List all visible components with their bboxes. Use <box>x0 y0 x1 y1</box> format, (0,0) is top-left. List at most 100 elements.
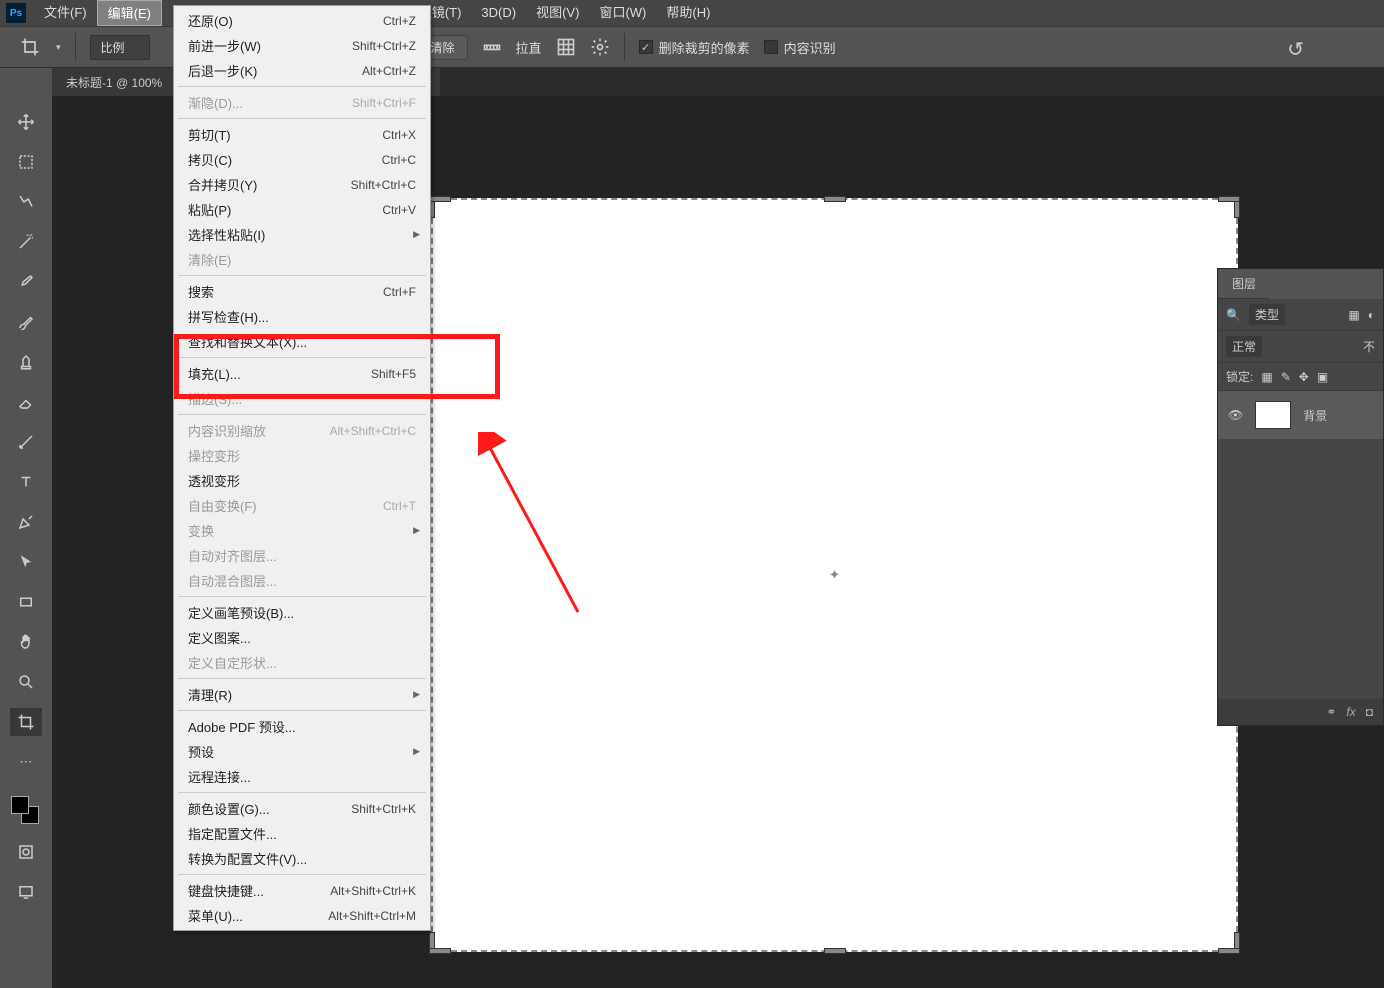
content-aware-checkbox[interactable]: 内容识别 <box>764 38 836 57</box>
menu-window[interactable]: 窗口(W) <box>589 0 656 26</box>
canvas[interactable]: ✦ <box>431 198 1238 952</box>
quick-mask-icon[interactable] <box>10 838 42 866</box>
menu-view[interactable]: 视图(V) <box>526 0 589 26</box>
edit-menu-item[interactable]: 颜色设置(G)...Shift+Ctrl+K <box>174 796 430 821</box>
delete-cropped-checkbox[interactable]: 删除裁剪的像素 <box>639 38 750 57</box>
ratio-preset-dropdown[interactable]: 比例 <box>90 35 150 60</box>
eraser-tool[interactable] <box>10 388 42 416</box>
gear-icon[interactable] <box>590 37 610 57</box>
edit-menu-item[interactable]: 合并拷贝(Y)Shift+Ctrl+C <box>174 172 430 197</box>
edit-menu-item[interactable]: 拼写检查(H)... <box>174 304 430 329</box>
lock-move-icon[interactable]: ✥ <box>1299 370 1309 384</box>
crop-handle-tl-h[interactable] <box>429 196 451 202</box>
layer-filter-icon-2[interactable]: ◐ <box>1368 308 1375 322</box>
menu-item-label: 内容识别缩放 <box>188 421 266 440</box>
crop-handle-br-h[interactable] <box>1218 948 1240 954</box>
gradient-tool[interactable] <box>10 428 42 456</box>
edit-menu-item[interactable]: 前进一步(W)Shift+Ctrl+Z <box>174 33 430 58</box>
layer-filter-icon[interactable]: ▦ <box>1348 308 1359 322</box>
mask-icon[interactable]: ◘ <box>1366 705 1373 719</box>
menu-item-shortcut: Ctrl+F <box>383 285 416 299</box>
menu-item-shortcut: Ctrl+T <box>383 499 416 513</box>
crop-handle-tr-h[interactable] <box>1218 196 1240 202</box>
edit-menu-item[interactable]: 剪切(T)Ctrl+X <box>174 122 430 147</box>
visibility-eye-icon[interactable]: 👁 <box>1228 408 1243 422</box>
foreground-color-swatch[interactable] <box>11 796 29 814</box>
layers-tab[interactable]: 图层 <box>1218 269 1270 299</box>
type-tool[interactable] <box>10 468 42 496</box>
edit-menu-item[interactable]: 查找和替换文本(X)... <box>174 329 430 354</box>
menu-item-label: 定义画笔预设(B)... <box>188 603 294 622</box>
lock-brush-icon[interactable]: ✎ <box>1281 370 1291 384</box>
layer-row-background[interactable]: 👁 背景 <box>1218 391 1383 439</box>
eyedropper-tool[interactable] <box>10 268 42 296</box>
zoom-tool[interactable] <box>10 668 42 696</box>
menu-item-label: 自动对齐图层... <box>188 546 277 565</box>
edit-menu-item[interactable]: 转换为配置文件(V)... <box>174 846 430 871</box>
crop-handle-bottom[interactable] <box>824 948 846 954</box>
crop-tool-icon[interactable] <box>20 37 40 57</box>
edit-menu-item[interactable]: 指定配置文件... <box>174 821 430 846</box>
edit-menu-item[interactable]: 拷贝(C)Ctrl+C <box>174 147 430 172</box>
hand-tool[interactable] <box>10 628 42 656</box>
layers-panel-footer: ⚭ fx ◘ <box>1218 699 1383 725</box>
color-swatches[interactable] <box>11 796 41 826</box>
layer-name[interactable]: 背景 <box>1303 407 1327 424</box>
edit-menu-item[interactable]: 定义画笔预设(B)... <box>174 600 430 625</box>
lock-artboard-icon[interactable]: ▣ <box>1317 370 1328 384</box>
edit-menu-item[interactable]: 透视变形 <box>174 468 430 493</box>
clone-stamp-tool[interactable] <box>10 348 42 376</box>
tool-dropdown-icon[interactable]: ▾ <box>56 42 61 53</box>
menu-item-shortcut: Alt+Shift+Ctrl+M <box>328 909 416 923</box>
edit-menu-item[interactable]: 定义图案... <box>174 625 430 650</box>
ps-logo: Ps <box>6 3 26 23</box>
grid-overlay-icon[interactable] <box>556 37 576 57</box>
magic-wand-tool[interactable] <box>10 228 42 256</box>
edit-menu-item[interactable]: Adobe PDF 预设... <box>174 714 430 739</box>
delete-cropped-label: 删除裁剪的像素 <box>659 38 750 57</box>
straighten-icon[interactable] <box>482 37 502 57</box>
edit-menu-item[interactable]: 搜索Ctrl+F <box>174 279 430 304</box>
doc-tab-1-label: 未标题-1 @ 100% <box>66 74 162 91</box>
edit-menu-item[interactable]: 选择性粘贴(I) <box>174 222 430 247</box>
edit-menu-item[interactable]: 键盘快捷键...Alt+Shift+Ctrl+K <box>174 878 430 903</box>
edit-menu-item[interactable]: 预设 <box>174 739 430 764</box>
brush-tool[interactable] <box>10 308 42 336</box>
edit-menu-item[interactable]: 还原(O)Ctrl+Z <box>174 8 430 33</box>
lock-pixels-icon[interactable]: ▦ <box>1261 370 1272 384</box>
menu-item-label: 清除(E) <box>188 250 231 269</box>
reset-icon[interactable]: ↺ <box>1287 37 1304 62</box>
edit-menu-item[interactable]: 后退一步(K)Alt+Ctrl+Z <box>174 58 430 83</box>
edit-menu-item[interactable]: 清理(R) <box>174 682 430 707</box>
menu-3d[interactable]: 3D(D) <box>471 0 526 26</box>
filter-type-dropdown[interactable]: 类型 <box>1249 304 1285 325</box>
rectangle-tool[interactable] <box>10 588 42 616</box>
edit-menu-item[interactable]: 菜单(U)...Alt+Shift+Ctrl+M <box>174 903 430 928</box>
edit-toolbar-icon[interactable]: ⋯ <box>10 748 42 776</box>
crop-handle-bl-h[interactable] <box>429 948 451 954</box>
checkbox-icon <box>764 40 778 54</box>
edit-menu-item[interactable]: 粘贴(P)Ctrl+V <box>174 197 430 222</box>
menu-file[interactable]: 文件(F) <box>34 0 97 26</box>
move-tool[interactable] <box>10 108 42 136</box>
path-select-tool[interactable] <box>10 548 42 576</box>
content-aware-label: 内容识别 <box>784 38 836 57</box>
layer-thumbnail[interactable] <box>1255 401 1291 429</box>
edit-menu-item[interactable]: 填充(L)...Shift+F5 <box>174 361 430 386</box>
crop-handle-top[interactable] <box>824 196 846 202</box>
marquee-tool[interactable] <box>10 148 42 176</box>
document-tab-1[interactable]: 未标题-1 @ 100% <box>52 68 177 96</box>
edit-menu-item: 自动混合图层... <box>174 568 430 593</box>
blend-mode-dropdown[interactable]: 正常 <box>1226 336 1262 357</box>
lasso-tool[interactable] <box>10 188 42 216</box>
edit-menu-item[interactable]: 远程连接... <box>174 764 430 789</box>
link-layers-icon[interactable]: ⚭ <box>1326 705 1336 719</box>
menu-item-label: 操控变形 <box>188 446 240 465</box>
menu-help[interactable]: 帮助(H) <box>656 0 720 26</box>
straighten-label[interactable]: 拉直 <box>516 38 542 57</box>
menu-edit[interactable]: 编辑(E) <box>97 0 162 26</box>
pen-tool[interactable] <box>10 508 42 536</box>
screen-mode-icon[interactable] <box>10 878 42 906</box>
crop-tool[interactable] <box>10 708 42 736</box>
fx-icon[interactable]: fx <box>1346 705 1355 719</box>
